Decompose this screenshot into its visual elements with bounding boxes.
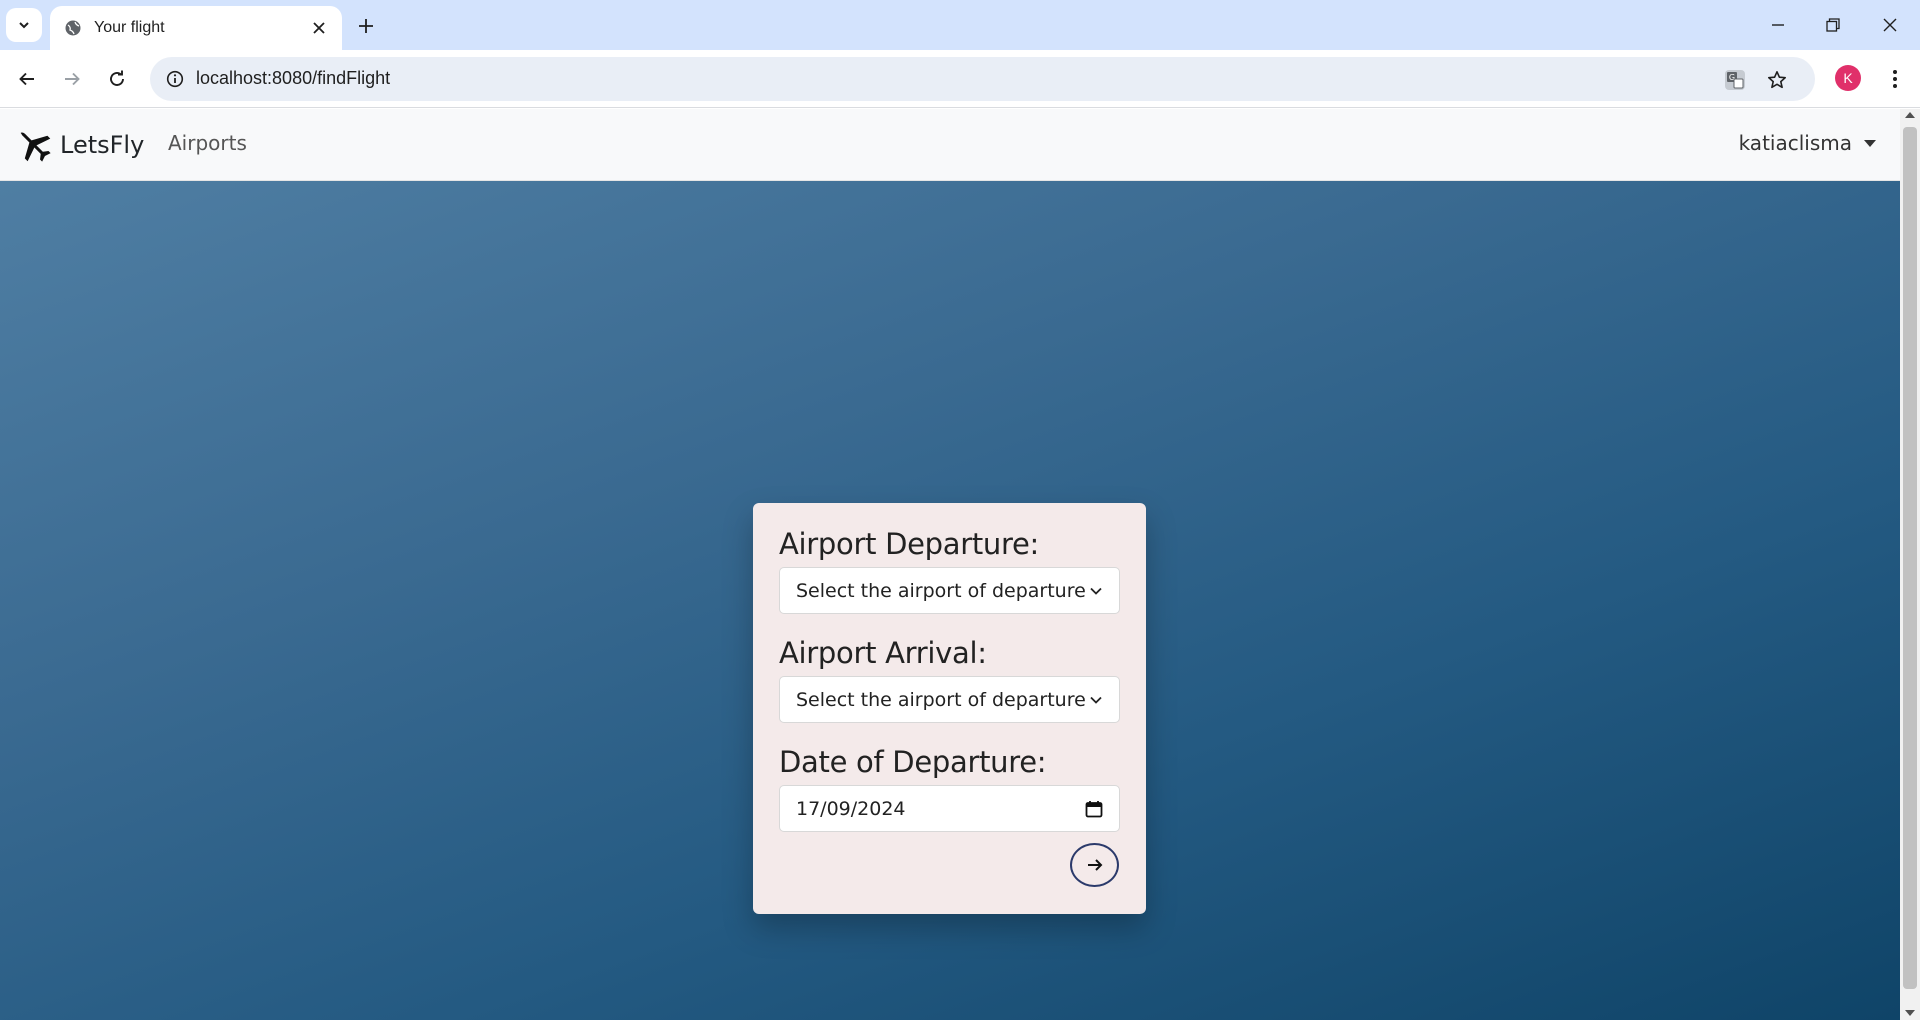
search-flight-button[interactable] bbox=[1070, 843, 1119, 887]
new-tab-button[interactable] bbox=[352, 12, 380, 40]
user-menu-dropdown[interactable]: katiaclisma bbox=[1739, 131, 1876, 155]
profile-avatar[interactable]: K bbox=[1835, 65, 1861, 91]
minimize-button[interactable] bbox=[1756, 8, 1800, 42]
globe-icon bbox=[65, 20, 81, 36]
forward-arrow-icon bbox=[65, 72, 80, 86]
window-close-icon bbox=[1883, 18, 1897, 32]
tab-search-button[interactable] bbox=[6, 8, 42, 42]
back-arrow-icon bbox=[19, 72, 34, 86]
reload-button[interactable] bbox=[100, 62, 134, 96]
window-close-button[interactable] bbox=[1868, 8, 1912, 42]
airplane-icon bbox=[20, 132, 51, 162]
arrow-right-icon bbox=[1087, 859, 1102, 871]
more-vert-icon bbox=[1893, 70, 1897, 88]
reload-icon bbox=[110, 70, 124, 86]
bookmark-button[interactable] bbox=[1762, 65, 1792, 95]
departure-label: Airport Departure: bbox=[779, 527, 1040, 561]
find-flight-form: Airport Departure: Select the airport of… bbox=[753, 503, 1146, 914]
translate-button[interactable]: G bbox=[1720, 65, 1750, 95]
departure-select-value: Select the airport of departure bbox=[796, 579, 1086, 602]
username: katiaclisma bbox=[1738, 131, 1852, 155]
back-button[interactable] bbox=[10, 62, 44, 96]
forward-button[interactable] bbox=[55, 62, 89, 96]
scroll-down-icon[interactable] bbox=[1905, 1010, 1915, 1016]
date-input[interactable]: 17/09/2024 bbox=[779, 785, 1120, 832]
brand-link[interactable]: LetsFly bbox=[14, 125, 144, 165]
browser-tab[interactable]: Your flight bbox=[50, 6, 342, 50]
scroll-up-icon[interactable] bbox=[1905, 112, 1915, 118]
departure-select[interactable]: Select the airport of departure bbox=[779, 567, 1120, 614]
chevron-down-icon bbox=[1090, 587, 1102, 595]
scroll-thumb[interactable] bbox=[1903, 127, 1917, 989]
calendar-icon[interactable] bbox=[1085, 800, 1103, 818]
tab-title: Your flight bbox=[94, 19, 165, 36]
page-scrollbar[interactable] bbox=[1900, 109, 1920, 1020]
plus-icon bbox=[359, 19, 373, 33]
page-viewport: LetsFly Airports katiaclisma Airport Dep… bbox=[0, 109, 1900, 1020]
restore-button[interactable] bbox=[1811, 8, 1855, 42]
date-label: Date of Departure: bbox=[779, 745, 1047, 779]
browser-tab-bar: Your flight bbox=[0, 0, 1920, 50]
brand-name: LetsFly bbox=[60, 131, 145, 159]
close-tab-button[interactable] bbox=[308, 17, 330, 39]
arrival-label: Airport Arrival: bbox=[779, 636, 987, 670]
nav-link-airports[interactable]: Airports bbox=[168, 131, 247, 155]
browser-toolbar: localhost:8080/findFlight G K bbox=[0, 50, 1920, 108]
close-icon bbox=[313, 22, 325, 34]
translate-icon: G bbox=[1725, 70, 1745, 90]
info-icon bbox=[166, 70, 184, 88]
arrival-select[interactable]: Select the airport of departure bbox=[779, 676, 1120, 723]
restore-icon bbox=[1826, 18, 1840, 32]
caret-down-icon bbox=[1864, 139, 1876, 147]
chevron-down-icon bbox=[19, 22, 29, 29]
star-icon bbox=[1768, 71, 1786, 89]
hero-background: Airport Departure: Select the airport of… bbox=[0, 181, 1900, 1020]
browser-menu-button[interactable] bbox=[1878, 62, 1912, 96]
site-info-button[interactable] bbox=[160, 64, 190, 94]
address-bar[interactable]: localhost:8080/findFlight G bbox=[150, 57, 1815, 101]
date-input-value: 17/09/2024 bbox=[796, 797, 906, 820]
chevron-down-icon bbox=[1090, 696, 1102, 704]
url-text[interactable]: localhost:8080/findFlight bbox=[196, 68, 390, 89]
minimize-icon bbox=[1772, 24, 1784, 26]
arrival-select-value: Select the airport of departure bbox=[796, 688, 1086, 711]
site-navbar: LetsFly Airports katiaclisma bbox=[0, 109, 1900, 181]
